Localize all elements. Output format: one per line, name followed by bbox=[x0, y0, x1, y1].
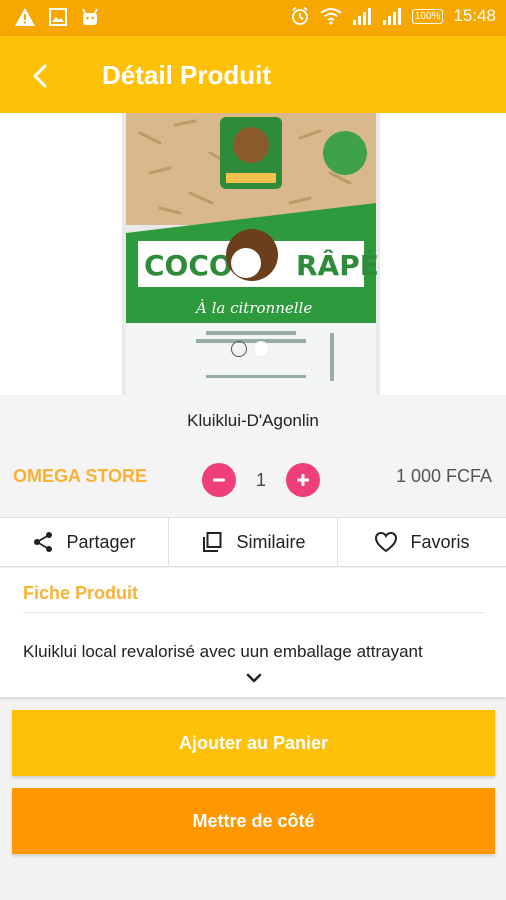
share-button[interactable]: Partager bbox=[0, 518, 168, 566]
carousel-dot[interactable] bbox=[231, 341, 247, 357]
product-sheet-title: Fiche Produit bbox=[23, 583, 139, 603]
quantity-stepper: 1 bbox=[202, 463, 320, 497]
store-name[interactable]: OMEGA STORE bbox=[13, 466, 147, 487]
similar-button[interactable]: Similaire bbox=[168, 518, 337, 566]
carousel-indicators bbox=[231, 341, 269, 357]
favorites-button[interactable]: Favoris bbox=[337, 518, 506, 566]
similar-label: Similaire bbox=[236, 531, 306, 552]
favorites-label: Favoris bbox=[410, 531, 470, 552]
plus-icon bbox=[297, 474, 309, 486]
product-actions: Partager Similaire Favoris bbox=[0, 517, 506, 567]
alarm-icon bbox=[291, 6, 308, 25]
svg-text:À la citronnelle: À la citronnelle bbox=[194, 299, 312, 317]
wifi-icon bbox=[320, 8, 342, 25]
chevron-down-icon[interactable] bbox=[243, 669, 265, 687]
product-image-carousel[interactable]: COCO RÂPÉ À la citronnelle bbox=[0, 113, 506, 395]
share-label: Partager bbox=[66, 531, 136, 552]
heart-icon bbox=[375, 531, 398, 553]
product-price: 1 000 FCFA bbox=[395, 466, 492, 486]
minus-icon bbox=[213, 478, 225, 482]
back-button[interactable] bbox=[22, 58, 58, 94]
add-to-cart-button[interactable]: Ajouter au Panier bbox=[12, 710, 495, 776]
arrow-back-icon bbox=[33, 64, 47, 88]
product-info: Kluiklui-D'Agonlin OMEGA STORE 1 1 000 F… bbox=[0, 395, 506, 517]
page-title: Détail Produit bbox=[102, 60, 272, 90]
signal-icon bbox=[352, 8, 371, 25]
status-notifications bbox=[14, 7, 100, 27]
battery-indicator: 100% bbox=[411, 8, 444, 24]
status-time: 15:48 bbox=[453, 6, 496, 25]
status-system: 100% 15:48 bbox=[290, 6, 496, 26]
quantity-value: 1 bbox=[255, 469, 266, 490]
warning-icon bbox=[15, 8, 35, 26]
app-bar: Détail Produit bbox=[0, 36, 506, 113]
divider bbox=[23, 612, 484, 613]
carousel-dot-active[interactable] bbox=[253, 341, 269, 357]
put-aside-button[interactable]: Mettre de côté bbox=[12, 788, 495, 854]
product-description: Kluiklui local revalorisé avec uun embal… bbox=[23, 642, 423, 661]
copy-icon bbox=[203, 532, 222, 552]
share-icon bbox=[34, 532, 53, 552]
increase-quantity-button[interactable] bbox=[286, 463, 320, 497]
product-name: Kluiklui-D'Agonlin bbox=[187, 411, 319, 430]
android-icon bbox=[82, 8, 98, 25]
svg-text:RÂPÉ: RÂPÉ bbox=[296, 248, 379, 282]
product-sheet: Fiche Produit Kluiklui local revalorisé … bbox=[0, 568, 506, 697]
decrease-quantity-button[interactable] bbox=[202, 463, 236, 497]
svg-text:COCO: COCO bbox=[144, 249, 233, 282]
status-bar: 100% 15:48 bbox=[0, 0, 506, 36]
image-icon bbox=[49, 8, 67, 26]
signal-icon-2 bbox=[382, 8, 401, 25]
